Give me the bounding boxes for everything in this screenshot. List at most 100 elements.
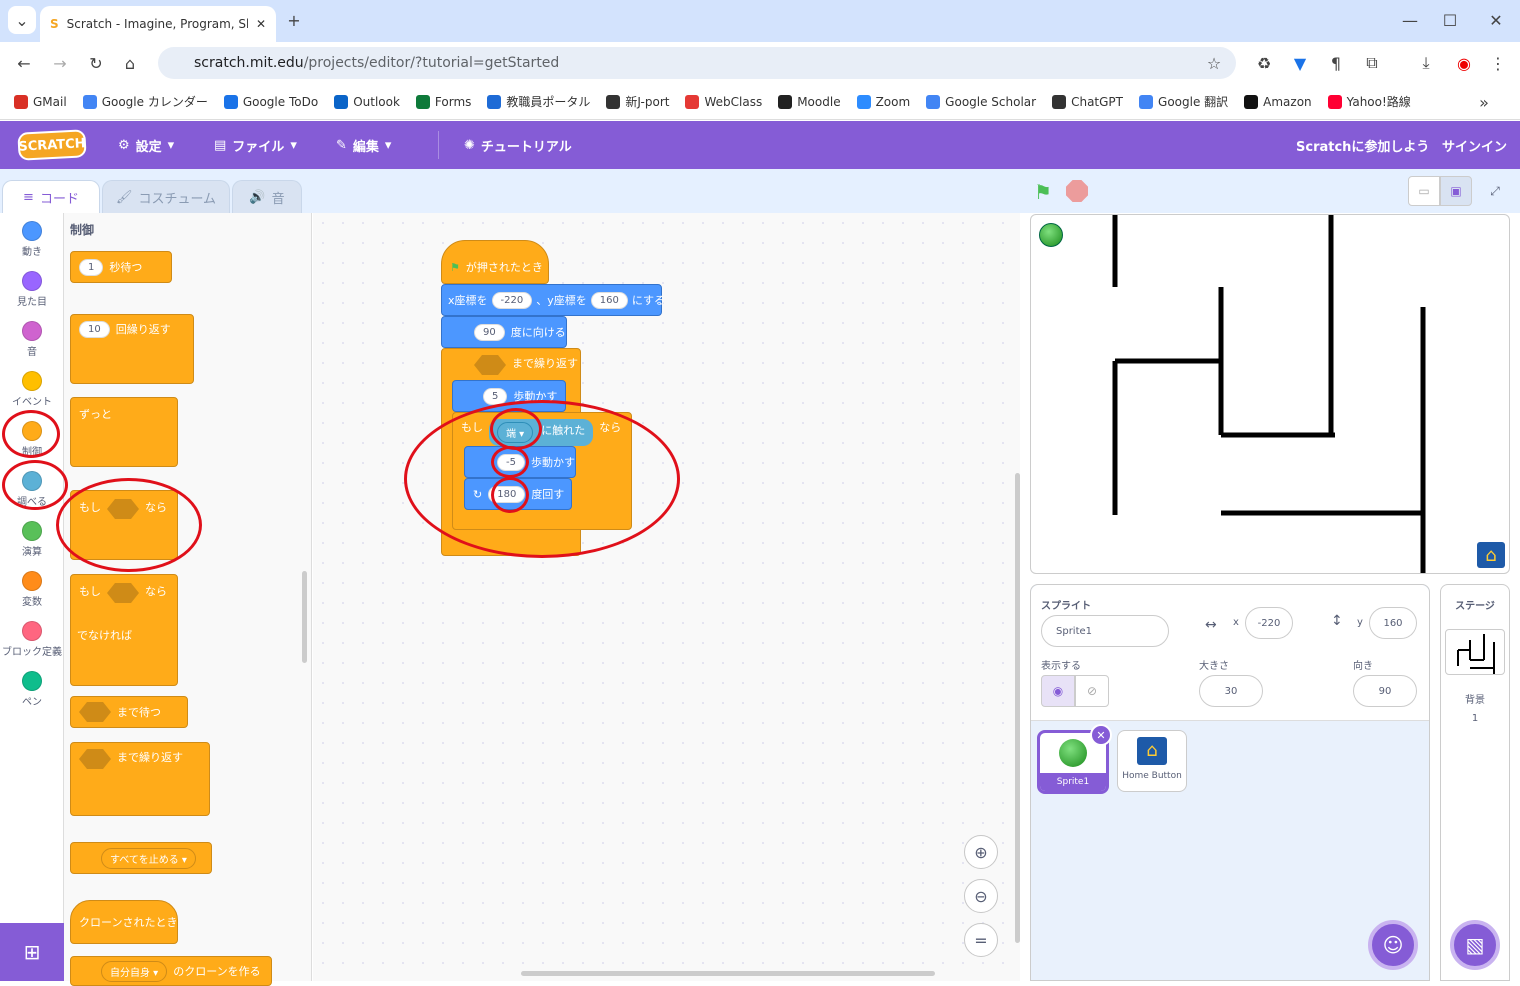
extensions-puzzle-icon[interactable]: ⧉ [1358, 49, 1386, 77]
signin-link[interactable]: サインイン [1442, 121, 1507, 169]
new-tab-icon[interactable]: + [280, 6, 308, 34]
vertical-scrollbar[interactable] [1015, 473, 1020, 943]
palette-wait-until-block[interactable]: まで待つ [70, 696, 188, 728]
category-8[interactable]: ブロック定義 [0, 621, 64, 658]
zoom-in-icon[interactable]: ⊕ [964, 835, 998, 869]
sprite-name-input[interactable]: Sprite1 [1041, 615, 1169, 647]
tab-code[interactable]: ≡ コード [2, 180, 100, 213]
zoom-out-icon[interactable]: ⊖ [964, 879, 998, 913]
palette-stop-block[interactable]: すべてを止める ▾ [70, 842, 212, 874]
stop-icon[interactable] [1066, 180, 1088, 202]
palette-wait-block[interactable]: 1 秒待つ [70, 251, 172, 283]
category-6[interactable]: 演算 [0, 521, 64, 558]
extension-paragraph-icon[interactable]: ¶ [1322, 49, 1350, 77]
point-direction-block[interactable]: 90 度に向ける [441, 316, 567, 348]
edit-menu[interactable]: ✎ 編集 ▾ [336, 121, 391, 169]
goto-xy-block[interactable]: x座標を -220 、y座標を 160 にする [441, 284, 665, 316]
bookmark-item[interactable]: 教職員ポータル [487, 93, 590, 110]
category-3[interactable]: イベント [0, 371, 64, 408]
category-1[interactable]: 見た目 [0, 271, 64, 308]
tab-sound[interactable]: 🔊 音 [232, 180, 302, 213]
add-extension-button[interactable]: ⊞ [0, 923, 64, 981]
bookmark-item[interactable]: 新J-port [606, 93, 669, 110]
repeat-input[interactable]: 10 [79, 321, 110, 338]
large-stage-icon[interactable]: ▣ [1440, 176, 1472, 206]
bookmark-item[interactable]: Outlook [334, 94, 400, 109]
bookmark-item[interactable]: Forms [415, 94, 471, 109]
category-0[interactable]: 動き [0, 221, 64, 258]
tab-search-icon[interactable]: ⌄ [8, 6, 36, 34]
tutorial-button[interactable]: ✺ チュートリアル [464, 121, 572, 169]
palette-create-clone-block[interactable]: 自分自身 ▾ のクローンを作る [70, 956, 272, 986]
reload-icon[interactable]: ↻ [82, 49, 110, 77]
wait-input[interactable]: 1 [79, 258, 104, 276]
size-input[interactable]: 30 [1199, 675, 1263, 707]
bookmark-item[interactable]: Google ToDo [223, 94, 318, 109]
profile-avatar-icon[interactable]: ◉ [1450, 49, 1478, 77]
home-icon[interactable]: ⌂ [116, 49, 144, 77]
forward-icon[interactable]: → [46, 49, 74, 77]
add-sprite-icon[interactable]: ☺ [1368, 920, 1418, 970]
browser-menu-icon[interactable]: ⋮ [1484, 49, 1512, 77]
tab-costume[interactable]: 🖌 コスチューム [102, 180, 230, 213]
fullscreen-icon[interactable]: ⤢ [1480, 176, 1510, 206]
y-position-input[interactable]: 160 [1369, 607, 1417, 639]
palette-if-else-block[interactable]: もし なら でなければ [70, 574, 178, 686]
bookmark-item[interactable]: Moodle [778, 94, 841, 109]
bookmark-item[interactable]: Google カレンダー [82, 93, 208, 110]
bookmark-item[interactable]: Google Scholar [926, 94, 1036, 109]
palette-forever-block[interactable]: ずっと [70, 397, 178, 467]
category-2[interactable]: 音 [0, 321, 64, 358]
close-window-icon[interactable]: ✕ [1482, 6, 1510, 34]
home-button-sprite-icon[interactable]: ⌂ [1477, 542, 1505, 568]
file-menu[interactable]: ▤ ファイル ▾ [214, 121, 297, 169]
back-icon[interactable]: ← [10, 49, 38, 77]
y-input[interactable]: 160 [590, 291, 628, 309]
minimize-icon[interactable]: — [1396, 6, 1424, 34]
palette-scrollbar[interactable] [302, 571, 307, 663]
bookmark-item[interactable]: Amazon [1244, 94, 1312, 109]
palette-repeat-until-block[interactable]: まで繰り返す [70, 742, 210, 816]
x-position-input[interactable]: -220 [1245, 607, 1293, 639]
address-bar[interactable]: scratch.mit.edu/projects/editor/?tutoria… [158, 47, 1236, 79]
palette-repeat-block[interactable]: 10 回繰り返す [70, 314, 194, 384]
when-flag-clicked-block[interactable]: ⚑ が押されたとき [441, 240, 549, 284]
browser-tab[interactable]: S Scratch - Imagine, Program, Sha ✕ [40, 6, 276, 42]
join-scratch-link[interactable]: Scratchに参加しよう [1296, 121, 1429, 169]
category-9[interactable]: ペン [0, 671, 64, 708]
bookmark-item[interactable]: Yahoo!路線 [1327, 93, 1411, 110]
bookmark-star-icon[interactable]: ☆ [1200, 49, 1228, 77]
delete-sprite-icon[interactable]: ✕ [1090, 724, 1112, 746]
more-bookmarks-icon[interactable]: » [1470, 88, 1498, 116]
extension-v-icon[interactable]: ▼ [1286, 49, 1314, 77]
hide-eye-icon[interactable]: ⊘ [1075, 675, 1109, 707]
scratch-logo[interactable]: SCRATCH [17, 129, 87, 161]
extension-recycle-icon[interactable]: ♻ [1250, 49, 1278, 77]
download-icon[interactable]: ⤓ [1412, 49, 1440, 77]
maximize-icon[interactable]: ☐ [1436, 6, 1464, 34]
condition-slot[interactable] [79, 702, 111, 722]
bookmark-item[interactable]: ChatGPT [1052, 94, 1123, 109]
zoom-reset-icon[interactable]: = [964, 923, 998, 957]
show-eye-icon[interactable]: ◉ [1041, 675, 1075, 707]
direction-input[interactable]: 90 [1353, 675, 1417, 707]
add-backdrop-icon[interactable]: ▧ [1450, 920, 1500, 970]
stage-canvas[interactable]: ⌂ [1030, 214, 1510, 574]
stop-dropdown[interactable]: すべてを止める ▾ [101, 847, 196, 869]
sprite1-on-stage[interactable] [1039, 223, 1063, 247]
horizontal-scrollbar[interactable] [521, 971, 935, 976]
bookmark-item[interactable]: Google 翻訳 [1139, 93, 1228, 110]
palette-clone-start-block[interactable]: クローンされたとき [70, 900, 178, 944]
condition-slot[interactable] [474, 355, 506, 375]
bookmark-item[interactable]: WebClass [685, 94, 762, 109]
settings-menu[interactable]: ⚙ 設定 ▾ [118, 121, 174, 169]
condition-slot[interactable] [79, 749, 111, 769]
condition-slot[interactable] [107, 583, 139, 603]
code-workspace[interactable] [313, 213, 1020, 981]
category-7[interactable]: 変数 [0, 571, 64, 608]
small-stage-icon[interactable]: ▭ [1408, 176, 1440, 206]
x-input[interactable]: -220 [491, 291, 533, 309]
bookmark-item[interactable]: GMail [14, 94, 67, 109]
clone-dropdown[interactable]: 自分自身 ▾ [101, 960, 168, 982]
direction-input[interactable]: 90 [474, 323, 505, 341]
